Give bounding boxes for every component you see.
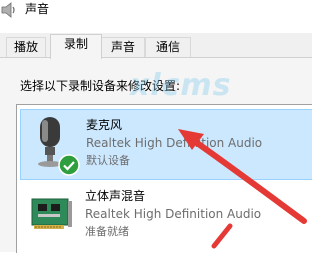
tab-recording[interactable]: 录制 [50,34,102,59]
tab-sounds[interactable]: 声音 [101,37,145,57]
window-titlebar: 声音 [0,0,312,33]
tab-communications[interactable]: 通信 [145,37,191,57]
device-description: Realtek High Definition Audio [86,136,263,150]
device-item-microphone[interactable]: 麦克风 Realtek High Definition Audio 默认设备 [20,109,312,180]
device-description: Realtek High Definition Audio [85,207,262,221]
window-title: 声音 [25,2,50,16]
device-name: 麦克风 [86,118,123,132]
device-list[interactable]: 麦克风 Realtek High Definition Audio 默认设备 立… [16,104,312,253]
device-item-stereo-mix[interactable]: 立体声混音 Realtek High Definition Audio 准备就绪 [20,181,312,252]
default-check-icon [58,154,80,180]
device-status: 默认设备 [86,154,130,167]
sound-card-icon [30,195,74,239]
device-status: 准备就绪 [85,225,129,238]
speaker-icon [1,2,17,18]
tab-strip: 播放 录制 声音 通信 [0,33,312,59]
tab-playback[interactable]: 播放 [6,37,46,57]
device-name: 立体声混音 [85,189,146,203]
watermark-logo: xlcms [130,68,232,103]
